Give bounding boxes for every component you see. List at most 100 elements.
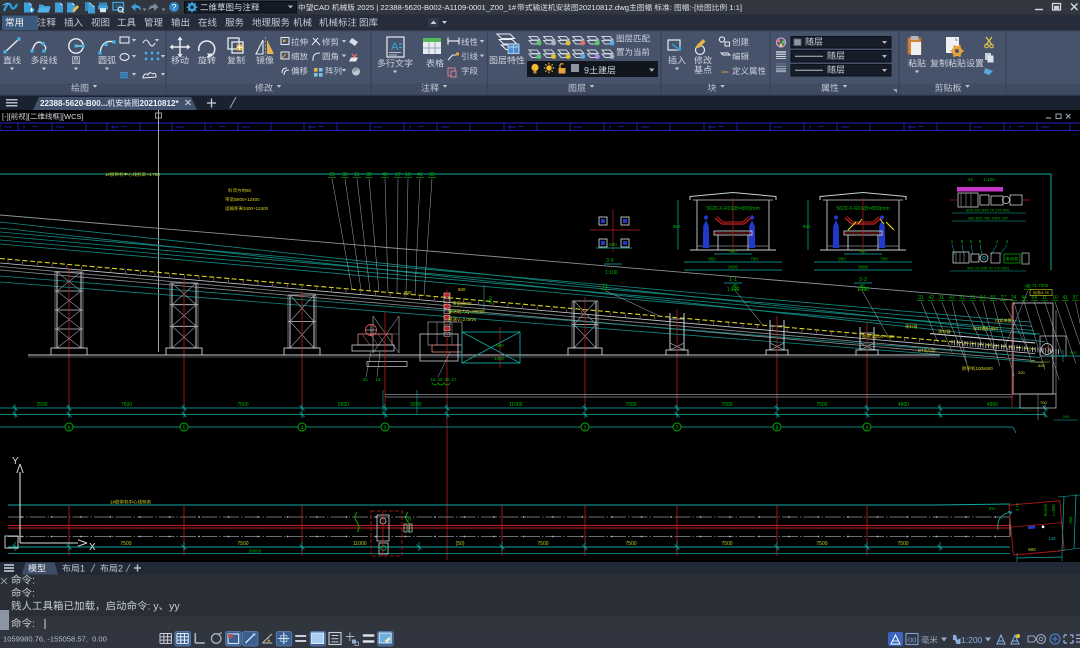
svg-text:1:100: 1:100: [605, 270, 618, 276]
svg-text:4900: 4900: [987, 402, 998, 408]
svg-text:1:200: 1:200: [961, 635, 983, 645]
svg-text:600: 600: [1070, 350, 1077, 355]
svg-text:1300: 1300: [494, 356, 505, 361]
svg-text:71.7000: 71.7000: [1032, 283, 1049, 288]
svg-text:4800: 4800: [898, 402, 909, 408]
svg-text:700: 700: [1040, 400, 1047, 405]
svg-text:[-][: [-][: [2, 112, 12, 121]
svg-text:4: 4: [301, 426, 304, 432]
svg-text:8: 8: [776, 426, 779, 432]
svg-text:43: 43: [949, 295, 955, 301]
svg-text:2025 | 22388-5620-B002-A1109-0: 2025 | 22388-5620-B002-A1109-0001_Z00_1#: [355, 3, 517, 12]
svg-text:1:100: 1:100: [727, 287, 740, 293]
svg-text:2-2: 2-2: [859, 277, 867, 283]
svg-text:39: 39: [329, 172, 335, 178]
svg-text:2: 2: [584, 426, 587, 432]
svg-text:600: 600: [1028, 547, 1036, 552]
svg-text:B=650: B=650: [986, 326, 999, 331]
svg-text:7500: 7500: [721, 402, 732, 408]
svg-text:1:100: 1:100: [857, 287, 870, 293]
svg-text:L=980: L=980: [1051, 503, 1056, 515]
svg-text:1:100: 1:100: [983, 177, 995, 182]
svg-text:800 28 845 78 170 (50): 800 28 845 78 170 (50): [967, 266, 1009, 271]
svg-text:51: 51: [970, 295, 976, 301]
svg-text::: :: [670, 3, 674, 12]
svg-text:≔: ≔: [721, 68, 729, 77]
svg-text:18: 18: [376, 377, 382, 382]
svg-text:3: 3: [384, 426, 387, 432]
svg-text:20210812.dwg: 20210812.dwg: [579, 3, 629, 12]
svg-text:27: 27: [452, 377, 458, 382]
svg-text:5: 5: [183, 426, 186, 432]
svg-text:7500: 7500: [816, 402, 827, 408]
svg-text:9: 9: [584, 66, 589, 76]
svg-text:30: 30: [363, 377, 369, 382]
svg-text:950: 950: [673, 224, 681, 229]
svg-text:600: 600: [609, 242, 617, 247]
svg-text:7500: 7500: [121, 402, 132, 408]
svg-text::: :: [32, 575, 35, 587]
svg-text:800: 800: [729, 249, 737, 254]
svg-text:18: 18: [405, 172, 411, 178]
svg-text:16: 16: [431, 377, 437, 382]
svg-text:1059980.76, -155058.57, 0.00: 1059980.76, -155058.57, 0.00: [3, 635, 107, 644]
svg-text:?: ?: [172, 2, 177, 12]
svg-text:3600: 3600: [858, 265, 869, 270]
svg-text:200+-600: 200+-600: [876, 334, 896, 339]
svg-text:1#: 1#: [105, 172, 111, 177]
svg-text:11: 11: [939, 295, 944, 301]
svg-text:100x500: 100x500: [976, 366, 994, 371]
svg-text:11000: 11000: [509, 402, 523, 408]
svg-text:600: 600: [496, 343, 504, 348]
svg-text:2500: 2500: [36, 402, 47, 408]
svg-text:45: 45: [968, 177, 974, 182]
svg-text:55: 55: [990, 295, 996, 301]
svg-text:35: 35: [429, 172, 435, 178]
svg-text:600: 600: [458, 287, 466, 292]
svg-text:22388-5620-B00...: 22388-5620-B00...: [40, 99, 108, 108]
svg-text:B800: B800: [461, 301, 472, 306]
svg-text:74: 74: [1011, 295, 1017, 301]
svg-text:A: A: [391, 41, 399, 53]
svg-text:25: 25: [438, 377, 444, 382]
svg-text:Y: Y: [12, 456, 19, 467]
svg-text:37: 37: [395, 172, 401, 178]
svg-text:140: 140: [1049, 536, 1057, 541]
svg-text:20210812*: 20210812*: [140, 99, 180, 108]
svg-text:900: 900: [1068, 516, 1073, 524]
svg-text:54: 54: [980, 295, 986, 301]
svg-text:1:1]: 1:1]: [727, 3, 742, 12]
svg-text:B800+12400: B800+12400: [234, 197, 260, 202]
svg-text:3-5: 3-5: [606, 258, 614, 264]
svg-text:800: 800: [859, 249, 867, 254]
svg-text:58000: 58000: [249, 549, 262, 554]
svg-text:3600: 3600: [728, 265, 739, 270]
svg-text:B=650: B=650: [1043, 503, 1048, 516]
svg-text:57: 57: [1073, 295, 1079, 301]
svg-text:600: 600: [404, 290, 412, 295]
svg-text:800 250 845 70 170 600: 800 250 845 70 170 600: [966, 208, 1010, 213]
svg-text:41: 41: [1062, 295, 1068, 301]
svg-text:1-1: 1-1: [729, 277, 737, 283]
svg-text:41: 41: [417, 172, 423, 178]
svg-text::-[: :-[: [689, 3, 697, 12]
svg-text:700: 700: [750, 257, 758, 262]
svg-text:7500: 7500: [120, 541, 131, 547]
svg-text:7500: 7500: [816, 541, 827, 547]
svg-text:7: 7: [676, 426, 679, 432]
svg-text:9: 9: [866, 426, 869, 432]
svg-text:7500: 7500: [625, 541, 636, 547]
svg-text:200: 200: [1018, 370, 1025, 375]
svg-text::: :: [32, 618, 35, 630]
svg-text:5500: 5500: [410, 402, 421, 408]
svg-text:240: 240: [1063, 414, 1070, 419]
svg-text:36: 36: [342, 172, 348, 178]
svg-text:2: 2: [118, 564, 123, 574]
svg-text:600: 600: [488, 296, 493, 304]
svg-text:31: 31: [918, 295, 924, 301]
svg-text:42: 42: [929, 295, 935, 301]
svg-text:26: 26: [445, 377, 451, 382]
svg-text:38: 38: [366, 172, 372, 178]
svg-text:11000: 11000: [353, 541, 367, 547]
svg-text:980 825 750 1500 797: 980 825 750 1500 797: [968, 216, 1009, 221]
